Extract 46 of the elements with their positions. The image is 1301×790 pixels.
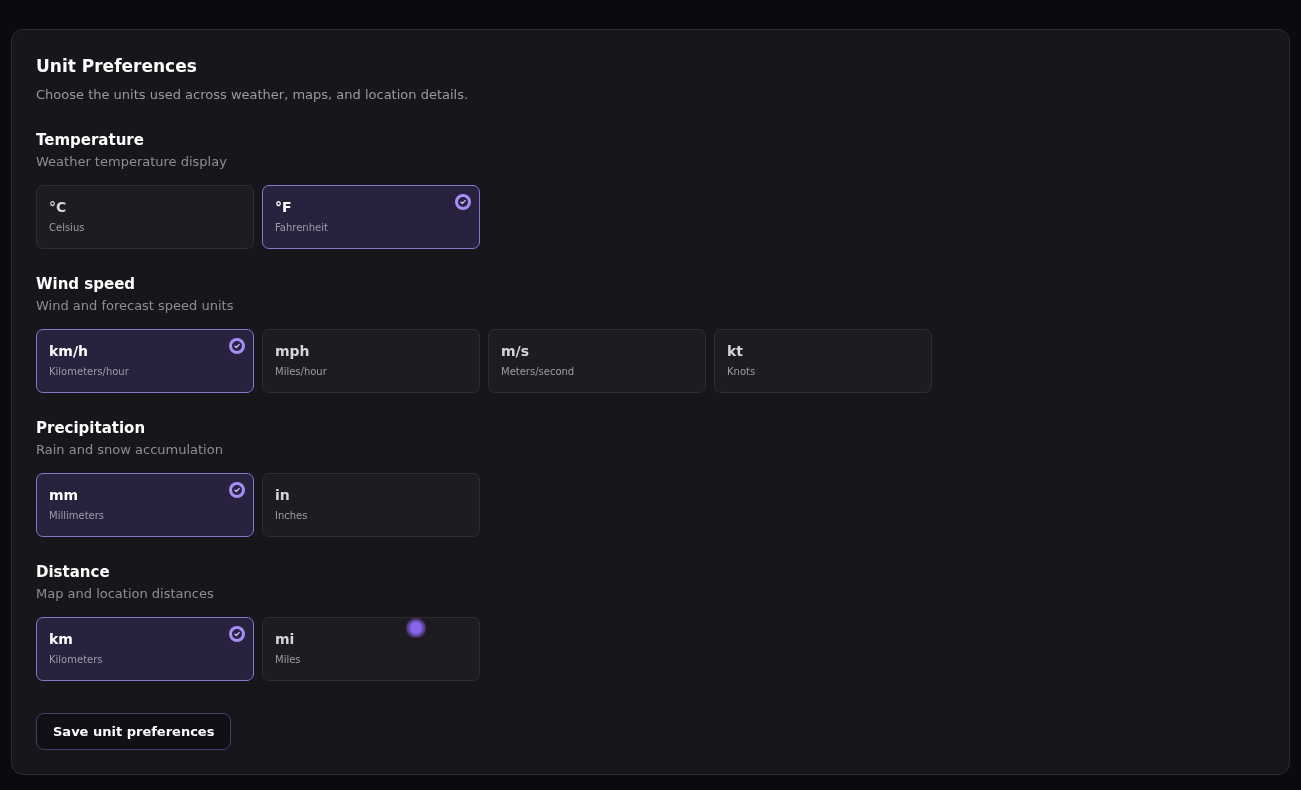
unit-name: Meters/second: [501, 365, 575, 379]
panel-description: Choose the units used across weather, maps, and location details.: [36, 86, 470, 104]
unit-name: Kilometers/hour: [49, 365, 129, 379]
section-title: Precipitation: [36, 418, 147, 439]
unit-name: Fahrenheit: [275, 221, 328, 235]
check-circle-icon: [229, 626, 245, 642]
unit-name: Miles/hour: [275, 365, 327, 379]
unit-option[interactable]: in Inches: [262, 473, 480, 537]
unit-name: Knots: [727, 365, 756, 379]
unit-option[interactable]: mi Miles: [262, 617, 480, 681]
unit-symbol: mm: [49, 486, 79, 505]
unit-option[interactable]: °F Fahrenheit: [262, 185, 480, 249]
panel-title: Unit Preferences: [36, 55, 198, 78]
unit-symbol: km/h: [49, 342, 88, 361]
unit-name: Millimeters: [49, 509, 105, 523]
unit-name: Inches: [275, 509, 308, 523]
section-title: Temperature: [36, 130, 145, 151]
unit-option[interactable]: mm Millimeters: [36, 473, 254, 537]
unit-option[interactable]: km/h Kilometers/hour: [36, 329, 254, 393]
section-title: Wind speed: [36, 274, 137, 295]
section-title: Distance: [36, 562, 111, 583]
unit-option[interactable]: m/s Meters/second: [488, 329, 706, 393]
section-description: Rain and snow accumulation: [36, 441, 224, 459]
section-description: Weather temperature display: [36, 153, 228, 171]
unit-option[interactable]: mph Miles/hour: [262, 329, 480, 393]
save-button[interactable]: Save unit preferences: [36, 713, 232, 750]
check-circle-icon: [229, 338, 245, 354]
check-circle-icon: [455, 194, 471, 210]
unit-symbol: °C: [49, 198, 67, 217]
unit-symbol: °F: [275, 198, 292, 217]
unit-symbol: m/s: [501, 342, 530, 361]
unit-name: Kilometers: [49, 653, 103, 667]
unit-symbol: mi: [275, 630, 295, 649]
unit-symbol: mph: [275, 342, 310, 361]
glow-dot-icon: [406, 618, 426, 638]
unit-option[interactable]: kt Knots: [714, 329, 932, 393]
unit-symbol: kt: [727, 342, 743, 361]
section-description: Map and location distances: [36, 585, 215, 603]
unit-symbol: km: [49, 630, 73, 649]
unit-option[interactable]: km Kilometers: [36, 617, 254, 681]
unit-symbol: in: [275, 486, 290, 505]
unit-name: Celsius: [49, 221, 85, 235]
unit-option[interactable]: °C Celsius: [36, 185, 254, 249]
section-description: Wind and forecast speed units: [36, 297, 235, 315]
check-circle-icon: [229, 482, 245, 498]
unit-name: Miles: [275, 653, 301, 667]
